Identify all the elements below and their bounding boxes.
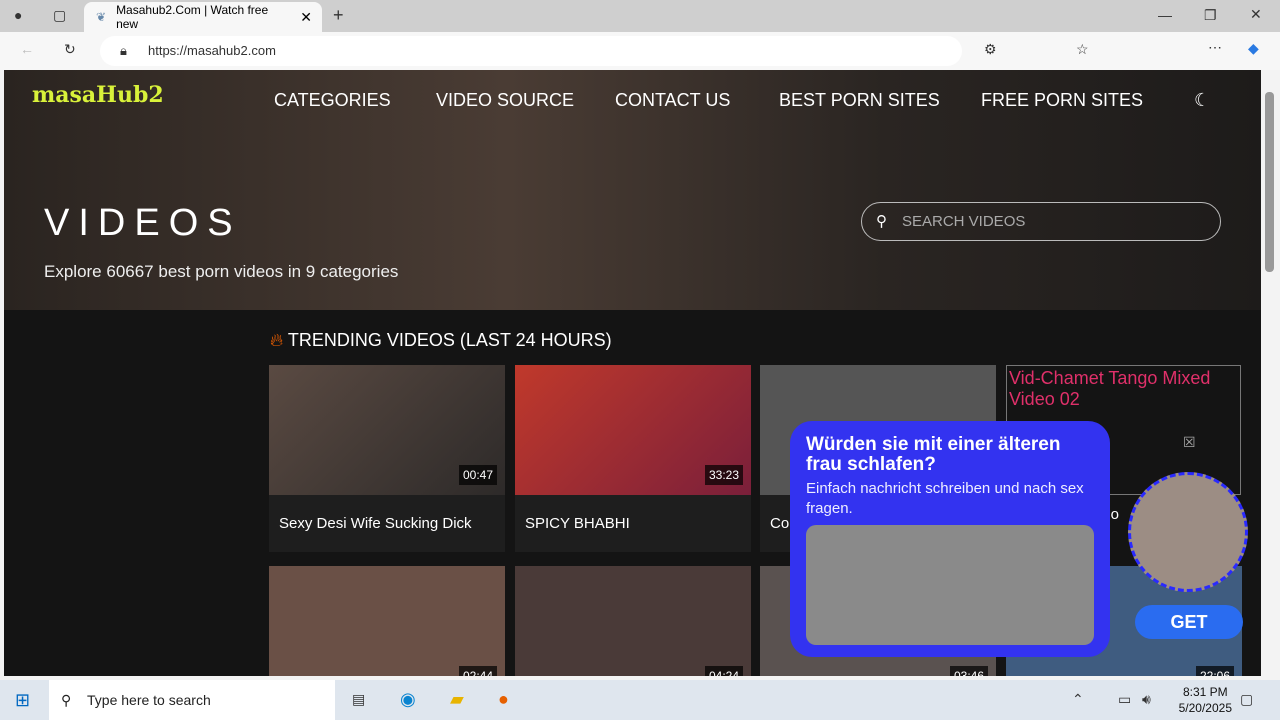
url-input[interactable]: 🔒︎ https://masahub2.com [100,36,962,66]
search-input[interactable]: ⚲ SEARCH VIDEOS [861,202,1221,241]
refresh-icon[interactable]: ↻ [64,41,76,58]
address-bar-row: ← ↻ 🔒︎ https://masahub2.com ⚙ ☆ ⋯ ◆ [0,32,1280,70]
popup-image[interactable] [806,525,1094,645]
dark-mode-icon[interactable]: ☾ [1194,90,1210,111]
search-icon: ⚲ [876,213,887,230]
url-text: https://masahub2.com [148,43,276,58]
profile-icon[interactable]: ● [14,7,22,23]
task-view-icon[interactable]: ▤ [352,691,365,708]
video-card[interactable]: 00:47 Sexy Desi Wife Sucking Dick [269,365,505,552]
more-icon[interactable]: ⋯ [1208,39,1222,56]
nav-video-source[interactable]: VIDEO SOURCE [436,90,574,111]
video-thumbnail: 33:23 [515,365,751,495]
ad-alt-text: Vid-Chamet Tango Mixed Video 02 [1009,368,1211,409]
network-icon[interactable]: ▭ [1118,691,1131,708]
restore-icon[interactable]: ❐ [1204,7,1217,24]
duration: 33:23 [704,465,743,485]
copilot-icon[interactable]: ◆ [1248,40,1259,57]
clock[interactable]: 8:31 PM 5/20/2025 [1179,684,1232,716]
popup-title: Würden sie mit einer älteren frau schlaf… [806,434,1061,475]
tab-title: Masahub2.Com | Watch free new [116,3,269,31]
minimize-icon[interactable]: — [1158,7,1172,23]
close-window-icon[interactable]: ✕ [1250,6,1262,23]
favorites-icon[interactable]: ☆ [1076,41,1089,58]
search-icon: ⚲ [61,692,72,708]
nav-contact-us[interactable]: CONTACT US [615,90,730,111]
page-subtitle: Explore 60667 best porn videos in 9 cate… [44,262,399,281]
nav-categories[interactable]: CATEGORIES [274,90,391,111]
firefox-icon[interactable]: ● [498,689,509,710]
lock-icon: 🔒︎ [120,43,127,58]
nav-best-sites[interactable]: BEST PORN SITES [779,90,940,111]
video-card[interactable]: 33:23 SPICY BHABHI [515,365,751,552]
tab-actions-icon[interactable]: ▢ [53,7,66,24]
tab-active[interactable]: ❦ Masahub2.Com | Watch free new ✕ [84,2,322,32]
video-thumbnail: 02:44 [269,566,505,676]
taskbar: ⊞ ⚲ Type here to search ▤ ◉ ▰ ● ⌃ ▭ 🔊︎ 8:… [0,680,1280,720]
close-ad-icon[interactable]: ☒ [1183,434,1196,451]
taskbar-search-placeholder: Type here to search [87,692,211,708]
extensions-icon[interactable]: ⚙ [984,41,997,58]
video-title: Sexy Desi Wife Sucking Dick [279,515,472,532]
video-title: SPICY BHABHI [525,515,630,532]
trending-heading: 🔥︎ TRENDING VIDEOS (LAST 24 HOURS) [270,330,612,351]
tab-bar: ● ▢ ❦ Masahub2.Com | Watch free new ✕ + … [0,0,1280,32]
page-title: VIDEOS [44,202,242,244]
site-logo[interactable]: masaHub2 [32,82,164,108]
favicon-icon: ❦ [96,10,107,24]
ad-popup[interactable]: Würden sie mit einer älteren frau schlaf… [790,421,1110,657]
video-thumbnail: 04:24 [515,566,751,676]
duration: 04:24 [704,666,743,676]
search-placeholder: SEARCH VIDEOS [902,213,1026,230]
duration: 03:46 [949,666,988,676]
nav-free-sites[interactable]: FREE PORN SITES [981,90,1143,111]
video-card[interactable]: 04:24 [515,566,751,676]
popup-text: Einfach nachricht schreiben und nach sex… [806,480,1084,517]
edge-icon[interactable]: ◉ [400,689,416,710]
back-icon[interactable]: ← [20,41,34,57]
fire-icon: 🔥︎ [270,330,284,350]
close-tab-icon[interactable]: ✕ [300,9,312,26]
duration: 02:44 [458,666,497,676]
ad-avatar[interactable] [1128,472,1248,592]
scrollbar-thumb[interactable] [1265,92,1274,272]
date: 5/20/2025 [1178,701,1232,715]
get-button[interactable]: GET [1135,605,1243,639]
new-tab-icon[interactable]: + [333,5,344,26]
time: 8:31 PM [1182,685,1228,699]
notifications-icon[interactable]: ▢ [1240,691,1253,708]
video-thumbnail: 00:47 [269,365,505,495]
duration: 22:06 [1195,666,1234,676]
tray-chevron-icon[interactable]: ⌃ [1072,691,1084,708]
start-icon[interactable]: ⊞ [15,690,30,711]
file-explorer-icon[interactable]: ▰ [450,689,464,710]
volume-icon[interactable]: 🔊︎ [1142,691,1151,708]
duration: 00:47 [458,465,497,485]
trending-label: TRENDING VIDEOS (LAST 24 HOURS) [287,330,612,350]
taskbar-search[interactable]: ⚲ Type here to search [49,680,335,720]
scrollbar[interactable] [1261,70,1280,676]
video-card[interactable]: 02:44 [269,566,505,676]
